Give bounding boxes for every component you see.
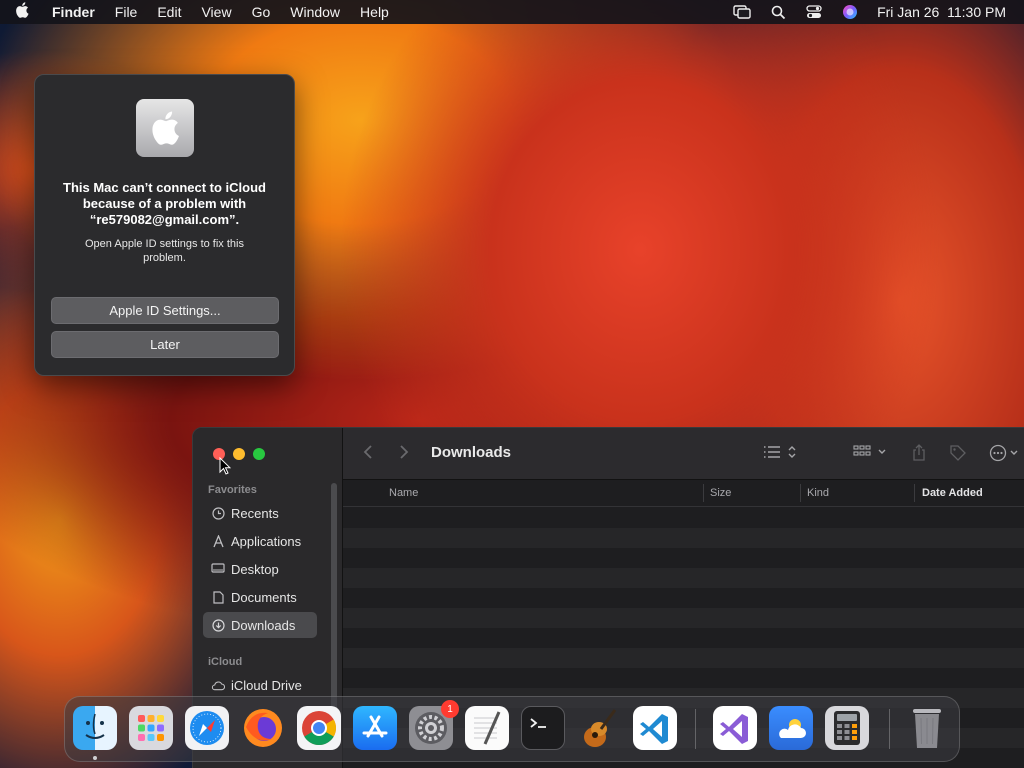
list-view-icon[interactable] — [763, 444, 803, 465]
finder-toolbar: Downloads — [343, 428, 1024, 480]
icloud-alert-dialog: This Mac can’t connect to iCloud because… — [34, 74, 295, 376]
list-row — [343, 588, 1024, 608]
column-header-row: Name Size Kind Date Added — [343, 480, 1024, 507]
share-icon[interactable] — [911, 444, 927, 467]
control-center-icon[interactable] — [805, 3, 823, 21]
dock: 1 — [64, 696, 960, 762]
sidebar-item-label: iCloud Drive — [231, 677, 302, 693]
sidebar-item-icloud-drive[interactable]: iCloud Drive — [203, 672, 317, 698]
screen-mirroring-icon[interactable] — [733, 3, 751, 21]
list-row — [343, 528, 1024, 548]
apple-logo-icon — [136, 99, 194, 157]
chrome-icon[interactable] — [297, 706, 341, 750]
sidebar-item-downloads[interactable]: Downloads — [203, 612, 317, 638]
column-divider[interactable] — [800, 484, 801, 502]
tag-icon[interactable] — [949, 444, 967, 467]
sidebar-section-icloud: iCloud — [208, 656, 243, 668]
list-row — [343, 648, 1024, 668]
app-store-icon[interactable] — [353, 706, 397, 750]
visual-studio-icon[interactable] — [713, 706, 757, 750]
menu-bar: Finder File Edit View Go Window Help Fri… — [0, 0, 1024, 24]
sidebar-section-favorites: Favorites — [208, 484, 257, 496]
list-row — [343, 508, 1024, 528]
column-date-added[interactable]: Date Added — [922, 487, 983, 499]
sidebar-item-desktop[interactable]: Desktop — [203, 556, 317, 582]
list-row — [343, 668, 1024, 688]
sidebar-item-recents[interactable]: Recents — [203, 500, 317, 526]
safari-icon[interactable] — [185, 706, 229, 750]
menu-file[interactable]: File — [105, 4, 148, 20]
clock-icon — [211, 506, 225, 520]
sidebar-item-label: Recents — [231, 505, 279, 521]
sidebar-item-label: Downloads — [231, 617, 296, 633]
firefox-icon[interactable] — [241, 706, 285, 750]
column-size[interactable]: Size — [710, 487, 731, 499]
alert-message: Open Apple ID settings to fix this probl… — [85, 238, 244, 264]
list-row — [343, 548, 1024, 568]
menu-app-name[interactable]: Finder — [44, 4, 105, 20]
finder-icon[interactable] — [73, 706, 117, 750]
minimize-button[interactable] — [233, 448, 245, 460]
dock-separator — [695, 709, 696, 749]
sidebar-item-label: Desktop — [231, 561, 279, 577]
sidebar-item-label: Documents — [231, 589, 297, 605]
apple-id-settings-button[interactable]: Apple ID Settings... — [51, 297, 279, 324]
menu-help[interactable]: Help — [350, 4, 399, 20]
weather-icon[interactable] — [769, 706, 813, 750]
sidebar-item-documents[interactable]: Documents — [203, 584, 317, 610]
dock-separator — [889, 709, 890, 749]
running-indicator — [93, 756, 97, 760]
document-icon — [211, 590, 225, 604]
menu-bar-clock[interactable]: Fri Jan 26 11:30 PM — [877, 4, 1006, 20]
apple-menu-icon[interactable] — [0, 2, 44, 22]
vscode-icon[interactable] — [633, 706, 677, 750]
launchpad-icon[interactable] — [129, 706, 173, 750]
notification-badge: 1 — [441, 700, 459, 718]
list-row — [343, 628, 1024, 648]
siri-icon[interactable] — [841, 3, 859, 21]
group-by-icon[interactable] — [853, 444, 889, 465]
calculator-icon[interactable] — [825, 706, 869, 750]
zoom-button[interactable] — [253, 448, 265, 460]
sidebar-item-applications[interactable]: Applications — [203, 528, 317, 554]
trash-icon[interactable] — [905, 706, 949, 750]
column-divider[interactable] — [703, 484, 704, 502]
system-settings-icon[interactable]: 1 — [409, 700, 459, 750]
spotlight-search-icon[interactable] — [769, 3, 787, 21]
back-chevron-icon[interactable] — [363, 444, 373, 465]
textedit-icon[interactable] — [465, 706, 509, 750]
download-icon — [211, 618, 225, 632]
list-row — [343, 608, 1024, 628]
column-name[interactable]: Name — [389, 487, 418, 499]
column-divider[interactable] — [914, 484, 915, 502]
list-row — [343, 568, 1024, 588]
garageband-icon[interactable] — [577, 706, 621, 750]
terminal-icon[interactable] — [521, 706, 565, 750]
menu-view[interactable]: View — [191, 4, 241, 20]
sidebar-scrollbar[interactable] — [331, 483, 337, 713]
applications-icon — [211, 534, 225, 548]
later-button[interactable]: Later — [51, 331, 279, 358]
sidebar-item-label: Applications — [231, 533, 302, 549]
menu-go[interactable]: Go — [242, 4, 281, 20]
cloud-icon — [211, 678, 225, 692]
forward-chevron-icon[interactable] — [399, 444, 409, 465]
more-actions-icon[interactable] — [989, 444, 1024, 467]
mouse-cursor-icon — [219, 456, 232, 480]
window-title: Downloads — [431, 444, 512, 461]
desktop-icon — [211, 562, 225, 576]
menu-window[interactable]: Window — [280, 4, 350, 20]
menu-edit[interactable]: Edit — [147, 4, 191, 20]
column-kind[interactable]: Kind — [807, 487, 829, 499]
alert-title: This Mac can’t connect to iCloud because… — [63, 180, 266, 227]
